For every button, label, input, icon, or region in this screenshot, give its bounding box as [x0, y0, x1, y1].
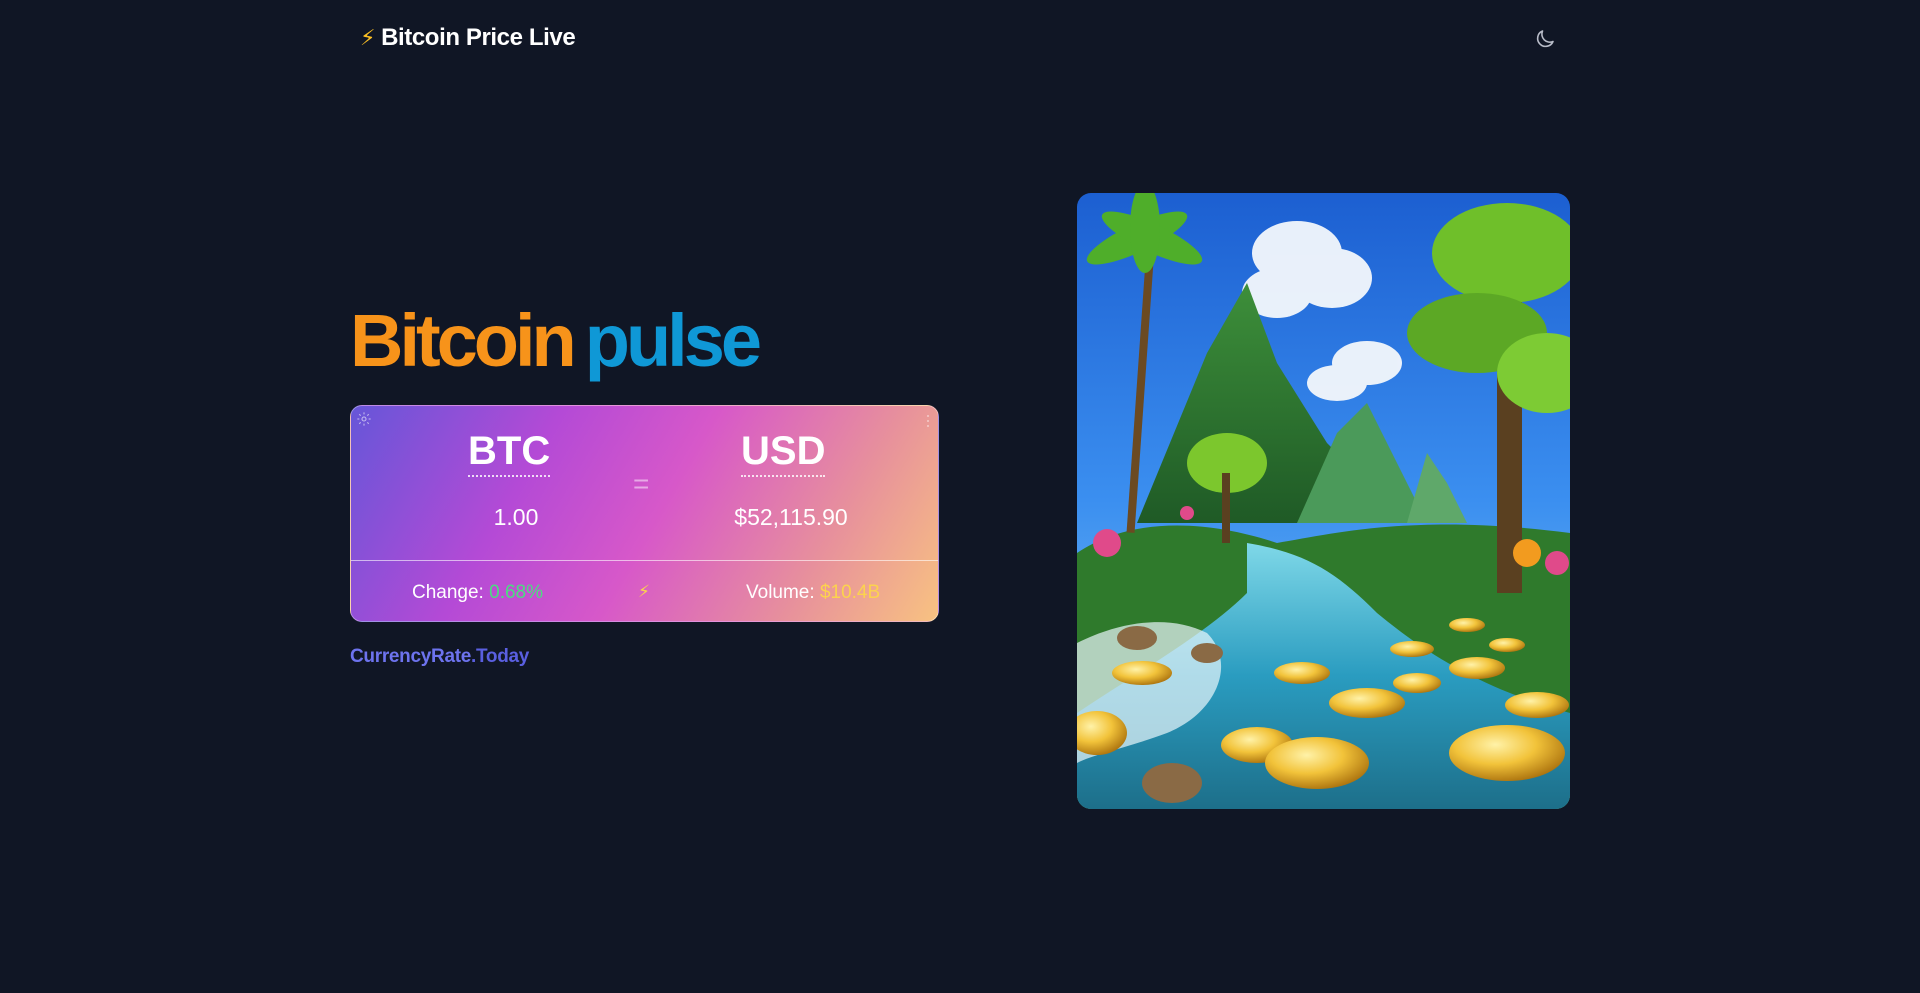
- brand[interactable]: ⚡ Bitcoin Price Live: [360, 24, 576, 52]
- from-currency-selector[interactable]: BTC: [468, 428, 551, 477]
- theme-toggle-button[interactable]: [1530, 24, 1560, 54]
- hero-title: Bitcoin pulse: [350, 304, 762, 378]
- gear-icon[interactable]: [356, 411, 372, 427]
- bitcoin-river-landscape-image: [1077, 193, 1570, 809]
- volume-stat: Volume: $10.4B: [746, 582, 880, 604]
- change-label: Change:: [412, 582, 484, 603]
- volume-value: $10.4B: [819, 582, 881, 603]
- widget-divider: [351, 560, 938, 561]
- brand-title: Bitcoin Price Live: [381, 24, 576, 51]
- vertical-dots-icon[interactable]: [926, 414, 930, 428]
- top-bar: ⚡ Bitcoin Price Live: [0, 0, 1920, 80]
- change-stat: Change: 0.68%: [412, 582, 543, 604]
- lightning-icon: ⚡: [360, 25, 376, 50]
- source-link-part-2: .Today: [471, 646, 530, 667]
- source-link-part-1: CurrencyRate: [350, 646, 472, 667]
- change-value: 0.68%: [489, 582, 543, 603]
- source-link[interactable]: CurrencyRate.Today: [350, 646, 529, 668]
- from-amount[interactable]: 1.00: [441, 504, 591, 531]
- to-currency-selector[interactable]: USD: [741, 428, 826, 477]
- converter-widget: BTC = USD 1.00 $52,115.90 Change: 0.68% …: [350, 405, 939, 622]
- volume-label: Volume:: [746, 582, 815, 603]
- hero-title-word-pulse: pulse: [584, 299, 762, 382]
- moon-icon: [1536, 30, 1554, 48]
- lightning-icon: ⚡: [638, 582, 650, 601]
- equals-sign: =: [633, 468, 650, 499]
- hero-title-word-bitcoin: Bitcoin: [350, 299, 577, 382]
- to-amount: $52,115.90: [734, 504, 848, 530]
